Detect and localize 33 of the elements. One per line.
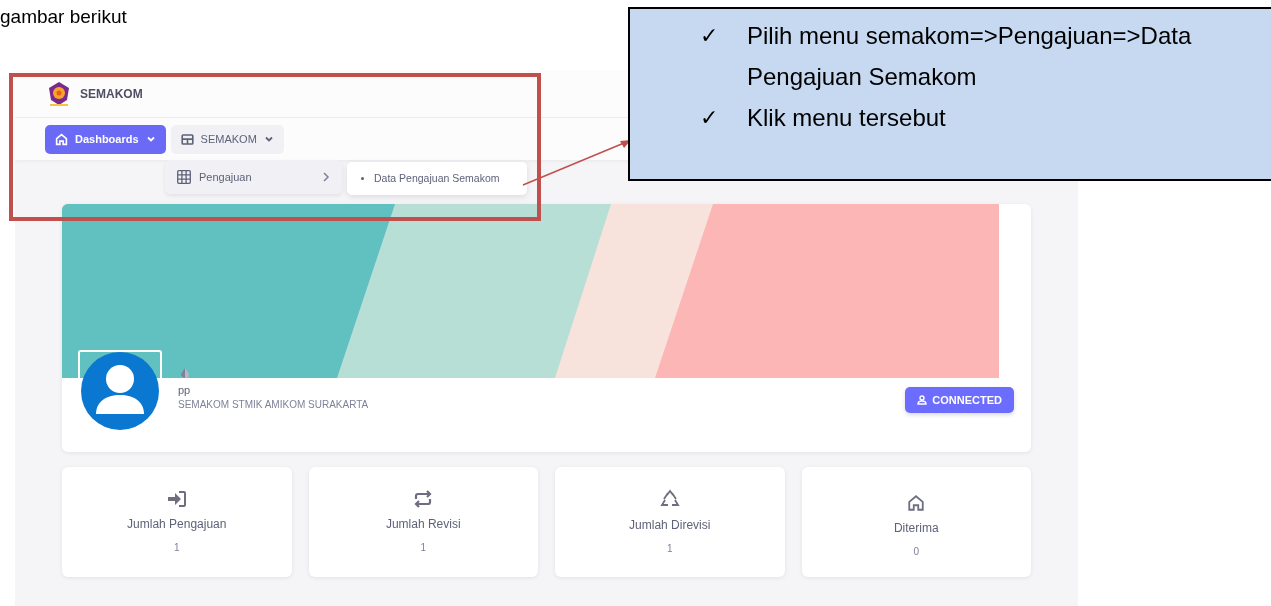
organization-text: SEMAKOM STMIK AMIKOM SURAKARTA bbox=[178, 398, 369, 412]
stat-value: 1 bbox=[666, 541, 673, 556]
name-text: pp bbox=[178, 384, 192, 396]
chevron-right-icon bbox=[322, 172, 330, 182]
user-icon bbox=[917, 395, 928, 405]
check-mark: ✓ bbox=[700, 22, 718, 50]
brand-name: SEMAKOM bbox=[80, 85, 143, 103]
stat-label: Jumlah Direvisi bbox=[629, 516, 711, 534]
connected-button[interactable]: CONNECTED bbox=[905, 387, 1014, 413]
chevron-down-icon bbox=[145, 134, 156, 144]
check-mark: ✓ bbox=[700, 104, 718, 132]
stat-value: 1 bbox=[420, 540, 427, 555]
callout-text: Klik menu tersebut bbox=[747, 103, 947, 133]
callout-text: Pilih menu semakom=>Pengajuan=>Data Pengajuan Semakom bbox=[747, 21, 1193, 92]
home-icon bbox=[907, 493, 926, 512]
logo-icon bbox=[46, 79, 72, 108]
stat-value: 1 bbox=[173, 540, 180, 555]
document-text: gambar berikut bbox=[0, 5, 127, 29]
repeat-icon bbox=[413, 489, 434, 508]
chevron-down-icon bbox=[263, 134, 274, 144]
stat-value: 0 bbox=[913, 544, 920, 559]
submenu-item[interactable]: Data Pengajuan Semakom bbox=[361, 170, 513, 187]
nav-menu-button[interactable]: SEMAKOM bbox=[170, 124, 284, 154]
table-icon bbox=[180, 132, 194, 146]
stat-label: Diterima bbox=[893, 519, 939, 537]
grid-icon bbox=[177, 170, 191, 184]
bullet-icon bbox=[361, 177, 364, 180]
nav-menu-button[interactable]: Dashboards bbox=[45, 124, 166, 154]
home-icon bbox=[55, 132, 68, 146]
stat-label: Jumlah Pengajuan bbox=[127, 515, 227, 533]
sign-in-icon bbox=[166, 489, 187, 508]
dropdown-item[interactable]: Pengajuan bbox=[165, 160, 342, 194]
stat-label: Jumlah Revisi bbox=[385, 515, 461, 533]
